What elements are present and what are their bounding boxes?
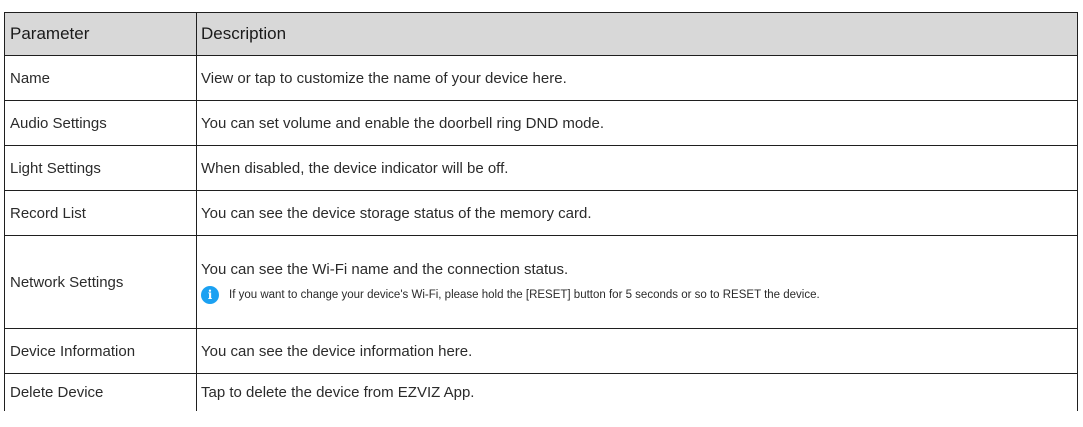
description-text: You can see the Wi-Fi name and the conne… [201, 260, 569, 278]
table-row: Device Information You can see the devic… [5, 329, 1077, 374]
parameter-table: Parameter Description Name View or tap t… [4, 12, 1078, 411]
table-row: Network Settings You can see the Wi-Fi n… [5, 236, 1077, 329]
description-cell: You can set volume and enable the doorbe… [201, 114, 605, 132]
table-header-row: Parameter Description [5, 12, 1077, 56]
description-cell: You can see the Wi-Fi name and the conne… [197, 236, 1077, 328]
header-parameter: Parameter [5, 13, 197, 55]
description-cell: You can see the device storage status of… [201, 204, 592, 222]
table-row: Delete Device Tap to delete the device f… [5, 374, 1077, 411]
header-description: Description [201, 24, 287, 43]
info-icon: i [201, 285, 219, 304]
info-note: i If you want to change your device's Wi… [201, 285, 820, 304]
parameter-cell: Record List [5, 191, 197, 235]
table-row: Audio Settings You can set volume and en… [5, 101, 1077, 146]
table-row: Name View or tap to customize the name o… [5, 56, 1077, 101]
description-cell: View or tap to customize the name of you… [201, 69, 567, 87]
description-cell: When disabled, the device indicator will… [201, 159, 509, 177]
parameter-cell: Network Settings [5, 236, 197, 328]
description-stack: You can see the Wi-Fi name and the conne… [201, 261, 820, 304]
parameter-cell: Name [5, 56, 197, 100]
parameter-cell: Delete Device [5, 374, 197, 411]
info-note-text: If you want to change your device's Wi-F… [229, 288, 820, 301]
table-row: Light Settings When disabled, the device… [5, 146, 1077, 191]
parameter-cell: Device Information [5, 329, 197, 373]
description-cell: You can see the device information here. [201, 342, 473, 360]
parameter-cell: Light Settings [5, 146, 197, 190]
description-cell: Tap to delete the device from EZVIZ App. [201, 384, 475, 401]
parameter-cell: Audio Settings [5, 101, 197, 145]
table-row: Record List You can see the device stora… [5, 191, 1077, 236]
